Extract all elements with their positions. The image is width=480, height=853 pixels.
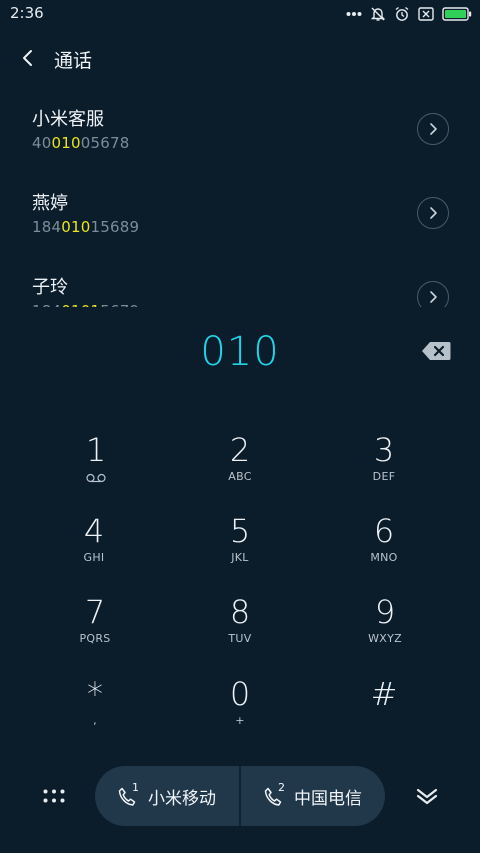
voicemail-icon <box>86 473 106 483</box>
contact-name: 燕婷 <box>32 193 68 214</box>
sim-number: 1 <box>132 781 139 794</box>
call-buttons-group: 1 小米移动 2 中国电信 <box>95 766 385 826</box>
key-letters: JKL <box>231 551 249 564</box>
contact-number: 18401015679 <box>32 302 139 307</box>
bell-off-icon <box>370 7 386 21</box>
key-digit: 1 <box>85 431 107 469</box>
contact-result-item[interactable]: 燕婷 18401015689 <box>0 179 480 263</box>
back-button[interactable] <box>14 44 42 72</box>
sim1-carrier-label: 小米移动 <box>148 788 216 809</box>
collapse-keypad-button[interactable] <box>410 780 444 812</box>
key-letters: PQRS <box>79 632 111 645</box>
number-suffix: 15689 <box>90 218 140 236</box>
key-letters: DEF <box>372 470 396 483</box>
alarm-icon <box>395 6 409 21</box>
contact-result-item[interactable]: 子玲 18401015679 <box>0 263 480 307</box>
header: 通话 <box>0 38 480 78</box>
key-star[interactable]: * , <box>35 676 155 750</box>
key-8[interactable]: 8 TUV <box>180 594 300 668</box>
contact-result-item[interactable]: 小米客服 4001005678 <box>0 95 480 179</box>
call-sim2-button[interactable]: 2 中国电信 <box>241 766 385 826</box>
phone-sim1-icon: 1 <box>118 781 142 807</box>
number-match: 010 <box>51 134 81 152</box>
key-letters: MNO <box>370 551 398 564</box>
number-prefix: 184 <box>32 218 62 236</box>
status-time: 2:36 <box>10 4 44 22</box>
call-sim1-button[interactable]: 1 小米移动 <box>95 766 239 826</box>
key-1[interactable]: 1 <box>36 432 156 506</box>
contact-detail-button[interactable] <box>417 281 449 307</box>
key-letters: + <box>235 714 245 727</box>
page-title: 通话 <box>54 50 93 72</box>
contact-name: 子玲 <box>32 277 68 298</box>
sim-number: 2 <box>278 781 285 794</box>
number-suffix: 5679 <box>100 302 139 307</box>
bottom-action-bar: 1 小米移动 2 中国电信 <box>0 765 480 827</box>
status-bar: 2:36 <box>0 0 480 28</box>
key-5[interactable]: 5 JKL <box>180 513 300 587</box>
number-prefix: 40 <box>32 134 52 152</box>
number-match: 0101 <box>61 302 100 307</box>
key-6[interactable]: 6 MNO <box>324 513 444 587</box>
phone-sim2-icon: 2 <box>264 781 288 807</box>
contact-results-list: 小米客服 4001005678 燕婷 18401015689 子玲 184010… <box>0 95 480 307</box>
key-digit: 4 <box>83 512 105 550</box>
key-3[interactable]: 3 DEF <box>324 432 444 506</box>
key-hash[interactable]: # <box>324 676 444 750</box>
key-letters: GHI <box>83 551 105 564</box>
contact-detail-button[interactable] <box>417 197 449 229</box>
chevron-right-icon <box>430 123 437 135</box>
contact-number: 4001005678 <box>32 134 129 152</box>
key-0[interactable]: 0 + <box>180 676 300 750</box>
key-digit: 3 <box>373 431 395 469</box>
status-icons <box>346 5 472 23</box>
key-letters: TUV <box>228 632 252 645</box>
number-prefix: 184 <box>32 302 61 307</box>
battery-icon <box>442 7 472 21</box>
key-digit: 8 <box>229 593 251 631</box>
chevron-right-icon <box>430 291 437 303</box>
key-digit: 9 <box>374 593 396 631</box>
double-chevron-down-icon <box>416 788 438 805</box>
contact-number: 18401015689 <box>32 218 139 236</box>
grid-dots-icon <box>43 789 65 803</box>
more-dots-icon <box>346 12 362 16</box>
number-match: 010 <box>61 218 91 236</box>
key-letters: WXYZ <box>368 632 402 645</box>
key-digit: 6 <box>373 512 395 550</box>
key-digit: 2 <box>229 431 251 469</box>
dial-input[interactable]: 010 <box>0 329 480 375</box>
key-7[interactable]: 7 PQRS <box>35 594 155 668</box>
chevron-left-icon <box>23 50 32 66</box>
key-letters: ABC <box>228 470 252 483</box>
menu-grid-button[interactable] <box>38 780 70 812</box>
backspace-icon <box>422 342 451 360</box>
key-digit: 0 <box>229 675 251 713</box>
key-digit: 5 <box>229 512 251 550</box>
key-letters: , <box>93 714 97 727</box>
key-digit: # <box>370 675 398 713</box>
chevron-right-icon <box>430 207 437 219</box>
key-2[interactable]: 2 ABC <box>180 432 300 506</box>
number-suffix: 05678 <box>80 134 130 152</box>
no-sim-icon <box>418 7 434 21</box>
key-digit: 7 <box>84 593 106 631</box>
backspace-button[interactable] <box>420 339 452 363</box>
key-9[interactable]: 9 WXYZ <box>325 594 445 668</box>
key-digit: * <box>87 675 103 713</box>
dial-display: 010 <box>0 325 480 385</box>
sim2-carrier-label: 中国电信 <box>294 788 362 809</box>
contact-name: 小米客服 <box>32 109 104 130</box>
key-4[interactable]: 4 GHI <box>34 513 154 587</box>
contact-detail-button[interactable] <box>417 113 449 145</box>
